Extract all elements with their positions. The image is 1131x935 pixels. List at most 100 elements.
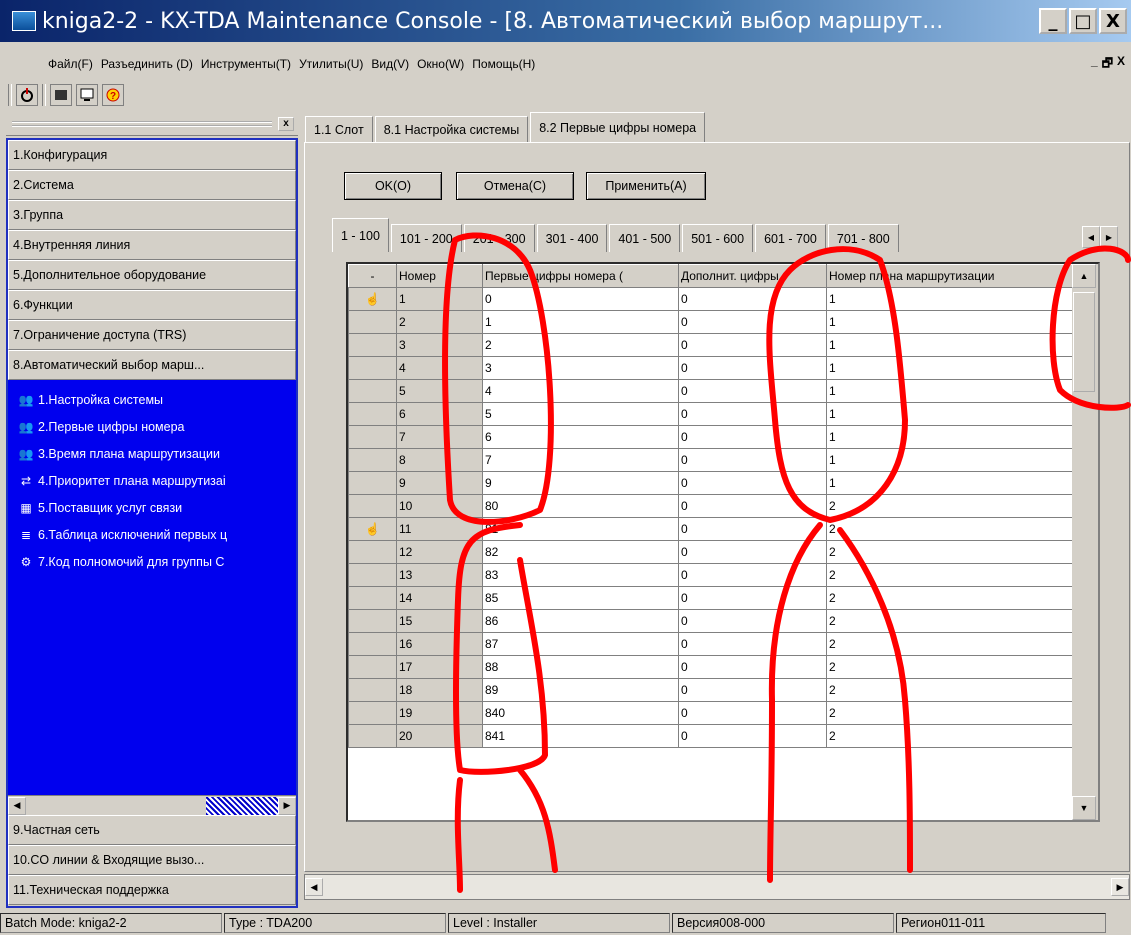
row-marker-cell[interactable]: [348, 678, 397, 702]
row-marker-cell[interactable]: [348, 586, 397, 610]
grid-header-additional-digits[interactable]: Дополнит. цифры: [678, 264, 827, 288]
leading-digits-cell[interactable]: 3: [482, 356, 679, 380]
tab-slot[interactable]: 1.1 Слот: [305, 116, 373, 142]
nav-ars[interactable]: 8.Автоматический выбор марш...: [8, 350, 296, 380]
tab-system-setting[interactable]: 8.1 Настройка системы: [374, 116, 529, 142]
additional-digits-cell[interactable]: 0: [678, 563, 827, 587]
scroll-thumb[interactable]: [206, 796, 278, 815]
routing-plan-cell[interactable]: 1: [826, 333, 1073, 357]
additional-digits-cell[interactable]: 0: [678, 310, 827, 334]
row-marker-cell[interactable]: [348, 448, 397, 472]
additional-digits-cell[interactable]: 0: [678, 609, 827, 633]
table-row[interactable]: 4301: [348, 356, 1073, 380]
additional-digits-cell[interactable]: 0: [678, 724, 827, 748]
apply-button[interactable]: Применить(A): [586, 172, 706, 200]
mdi-restore-button[interactable]: 🗗: [1102, 54, 1113, 75]
row-marker-icon[interactable]: ☝: [348, 287, 397, 311]
routing-plan-cell[interactable]: 2: [826, 540, 1073, 564]
menu-file[interactable]: Файл(F): [48, 57, 93, 71]
range-tab[interactable]: 1 - 100: [332, 218, 389, 252]
row-marker-cell[interactable]: [348, 471, 397, 495]
additional-digits-cell[interactable]: 0: [678, 425, 827, 449]
nav-features[interactable]: 6.Функции: [8, 290, 296, 320]
table-row[interactable]: 2101: [348, 310, 1073, 334]
close-button[interactable]: X: [1099, 8, 1127, 34]
additional-digits-cell[interactable]: 0: [678, 471, 827, 495]
leading-digits-cell[interactable]: 82: [482, 540, 679, 564]
routing-plan-cell[interactable]: 1: [826, 471, 1073, 495]
row-marker-cell[interactable]: [348, 655, 397, 679]
nav-configuration[interactable]: 1.Конфигурация: [8, 140, 296, 170]
subitem-exception-table[interactable]: ≣ 6.Таблица исключений первых ц: [8, 521, 296, 548]
leading-digits-cell[interactable]: 841: [482, 724, 679, 748]
routing-plan-cell[interactable]: 2: [826, 701, 1073, 725]
scroll-left-icon[interactable]: ◀: [8, 796, 26, 815]
nav-extension[interactable]: 4.Внутренняя линия: [8, 230, 296, 260]
table-row[interactable]: 16 87 0 2: [348, 632, 1073, 656]
monitor-icon[interactable]: [76, 84, 98, 106]
table-row[interactable]: 6501: [348, 402, 1073, 426]
tab-leading-digits[interactable]: 8.2 Первые цифры номера: [530, 112, 706, 142]
table-row[interactable]: 8701: [348, 448, 1073, 472]
nav-trs[interactable]: 7.Ограничение доступа (TRS): [8, 320, 296, 350]
additional-digits-cell[interactable]: 0: [678, 379, 827, 403]
leading-digits-cell[interactable]: 85: [482, 586, 679, 610]
range-tab[interactable]: 601 - 700: [755, 224, 826, 252]
leading-digits-cell[interactable]: 7: [482, 448, 679, 472]
table-row[interactable]: 18 89 0 2: [348, 678, 1073, 702]
table-row[interactable]: 12 82 0 2: [348, 540, 1073, 564]
routing-plan-cell[interactable]: 1: [826, 379, 1073, 403]
range-tab[interactable]: 501 - 600: [682, 224, 754, 252]
leading-digits-cell[interactable]: 87: [482, 632, 679, 656]
additional-digits-cell[interactable]: 0: [678, 586, 827, 610]
additional-digits-cell[interactable]: 0: [678, 448, 827, 472]
subitem-carrier[interactable]: ▦ 5.Поставщик услуг связи: [8, 494, 296, 521]
routing-plan-cell[interactable]: 2: [826, 655, 1073, 679]
tab-scroll-left-icon[interactable]: ◀: [1082, 226, 1100, 248]
nav-group[interactable]: 3.Группа: [8, 200, 296, 230]
row-marker-icon[interactable]: ☝: [348, 517, 397, 541]
scroll-up-icon[interactable]: ▲: [1072, 264, 1096, 288]
scroll-right-icon[interactable]: ▶: [278, 796, 296, 815]
ok-button[interactable]: OK(O): [344, 172, 442, 200]
table-row[interactable]: ☝ 11 81 0 2: [348, 517, 1073, 541]
row-marker-cell[interactable]: [348, 356, 397, 380]
nav-horizontal-scrollbar[interactable]: ◀ ▶: [8, 795, 296, 815]
range-tab[interactable]: 101 - 200: [390, 224, 462, 252]
routing-plan-cell[interactable]: 2: [826, 563, 1073, 587]
table-row[interactable]: 14 85 0 2: [348, 586, 1073, 610]
table-row[interactable]: 7601: [348, 425, 1073, 449]
grid-header-leading-digits[interactable]: Первые цифры номера (: [482, 264, 679, 288]
additional-digits-cell[interactable]: 0: [678, 678, 827, 702]
scroll-down-icon[interactable]: ▼: [1072, 796, 1096, 820]
leading-digits-cell[interactable]: 81: [482, 517, 679, 541]
table-row[interactable]: 3201: [348, 333, 1073, 357]
nav-maintenance[interactable]: 11.Техническая поддержка: [8, 875, 296, 905]
routing-plan-cell[interactable]: 1: [826, 310, 1073, 334]
table-row[interactable]: 5401: [348, 379, 1073, 403]
leading-digits-cell[interactable]: 89: [482, 678, 679, 702]
row-marker-cell[interactable]: [348, 540, 397, 564]
nav-private-network[interactable]: 9.Частная сеть: [8, 815, 296, 845]
subitem-routing-time[interactable]: 👥 3.Время плана маршрутизации: [8, 440, 296, 467]
table-row[interactable]: 9901: [348, 471, 1073, 495]
routing-plan-cell[interactable]: 1: [826, 402, 1073, 426]
row-marker-cell[interactable]: [348, 333, 397, 357]
row-marker-cell[interactable]: [348, 632, 397, 656]
maximize-button[interactable]: □: [1069, 8, 1097, 34]
mdi-close-button[interactable]: X: [1117, 54, 1125, 75]
range-tab[interactable]: 701 - 800: [827, 224, 899, 252]
leading-digits-cell[interactable]: 4: [482, 379, 679, 403]
grid-vertical-scrollbar[interactable]: ▲ ▼: [1072, 264, 1098, 820]
leading-digits-cell[interactable]: 0: [482, 287, 679, 311]
row-marker-cell[interactable]: [348, 701, 397, 725]
menu-disconnect[interactable]: Разъединить (D): [101, 57, 193, 71]
routing-plan-cell[interactable]: 1: [826, 448, 1073, 472]
additional-digits-cell[interactable]: 0: [678, 494, 827, 518]
leading-digits-cell[interactable]: 83: [482, 563, 679, 587]
connect-icon[interactable]: [16, 84, 38, 106]
routing-plan-cell[interactable]: 2: [826, 517, 1073, 541]
grid-header-routing-plan[interactable]: Номер плана маршрутизации: [826, 264, 1073, 288]
routing-plan-cell[interactable]: 2: [826, 586, 1073, 610]
nav-optional-device[interactable]: 5.Дополнительное оборудование: [8, 260, 296, 290]
